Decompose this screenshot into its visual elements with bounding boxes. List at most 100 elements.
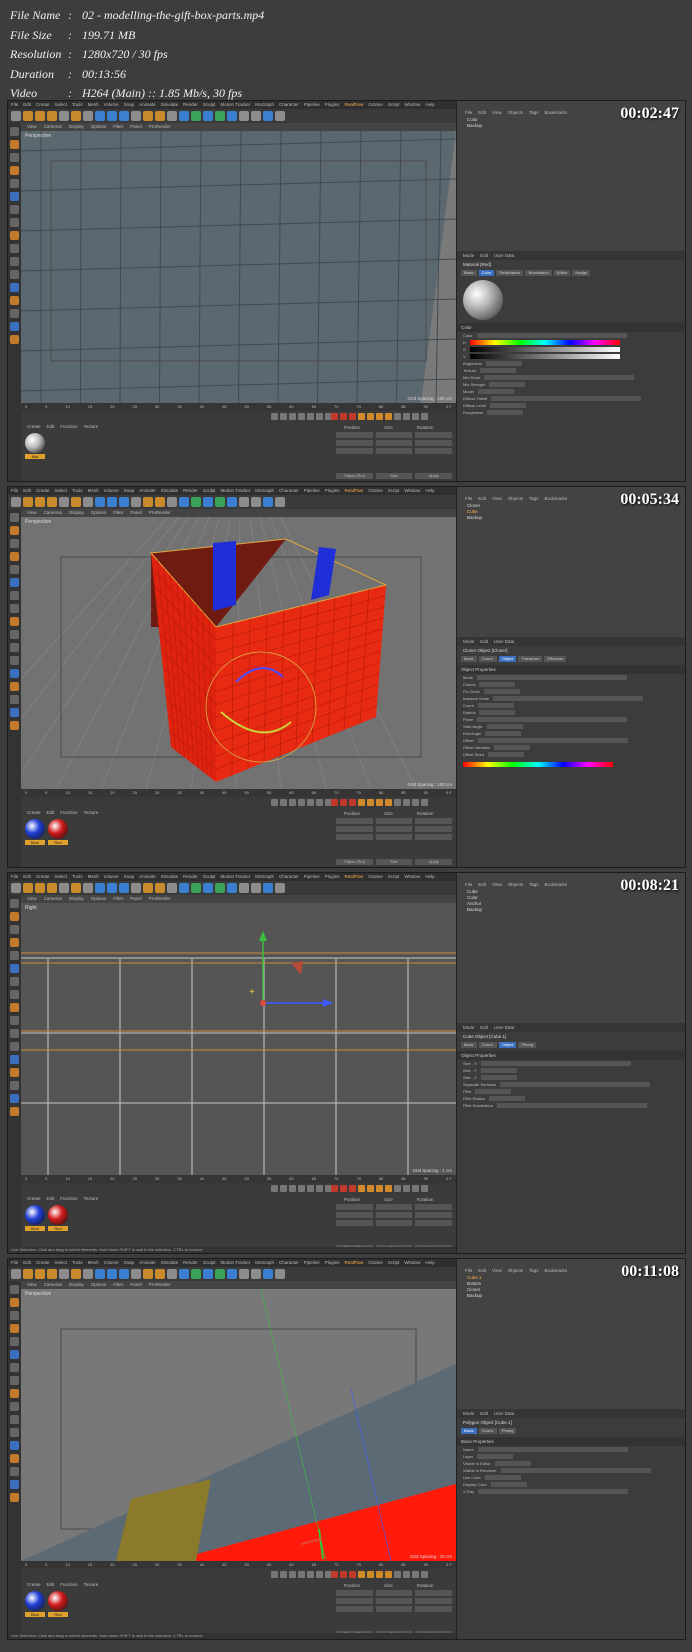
menu-snap[interactable]: Snap [124,101,135,109]
mode-tool-icon[interactable] [10,1107,19,1116]
material-menu-edit[interactable]: Edit [47,424,55,429]
viewport-menu-display[interactable]: Display [69,509,84,517]
menu-sculpt[interactable]: Sculpt [203,487,216,495]
menu-file[interactable]: File [11,101,18,109]
transport-button[interactable] [307,413,314,420]
mode-tool-icon[interactable] [10,1402,19,1411]
toolbar-tool-icon[interactable] [239,111,249,121]
menu-mesh[interactable]: Mesh [88,487,99,495]
attribute-tab[interactable]: Assign [572,270,591,276]
menu-render[interactable]: Render [183,873,198,881]
toolbar-tool-icon[interactable] [131,111,141,121]
mode-tool-icon[interactable] [10,296,19,305]
toolbar-tool-icon[interactable] [167,497,177,507]
toolbar-tool-icon[interactable] [227,883,237,893]
hue-slider[interactable] [469,340,620,345]
menu-help[interactable]: Help [425,487,434,495]
coordinate-field[interactable] [375,448,413,454]
toolbar-tool-icon[interactable] [263,1269,273,1279]
menu-sculpt[interactable]: Sculpt [203,101,216,109]
transport-button[interactable] [316,799,323,806]
toolbar-tool-icon[interactable] [215,111,225,121]
transport-button[interactable] [385,1571,392,1578]
mode-tool-icon[interactable] [10,322,19,331]
menu-edit[interactable]: Edit [23,873,31,881]
attribute-field[interactable] [475,1089,512,1094]
transport-button[interactable] [271,799,278,806]
toolbar-tool-icon[interactable] [239,1269,249,1279]
menu-file[interactable]: File [11,487,18,495]
transport-button[interactable] [349,413,356,420]
menu-mograph[interactable]: MoGraph [255,101,274,109]
toolbar-tool-icon[interactable] [263,111,273,121]
mode-tool-icon[interactable] [10,721,19,730]
toolbar-tool-icon[interactable] [59,1269,69,1279]
coordinate-field[interactable] [415,1212,453,1218]
attribute-field[interactable] [477,703,514,708]
toolbar-tool-icon[interactable] [191,1269,201,1279]
om-menu-objects[interactable]: Objects [508,1268,523,1273]
toolbar-tool-icon[interactable] [203,1269,213,1279]
toolbar-tool-icon[interactable] [83,497,93,507]
toolbar-tool-icon[interactable] [239,497,249,507]
menu-plugins[interactable]: Plugins [325,487,340,495]
material-menu-function[interactable]: Function [60,1196,77,1201]
toolbar-tool-icon[interactable] [179,883,189,893]
menu-simulate[interactable]: Simulate [161,101,179,109]
attribute-tab[interactable]: Phong [518,1042,536,1048]
menu-tools[interactable]: Tools [72,1259,83,1267]
menu-script[interactable]: Script [388,487,400,495]
transport-button[interactable] [376,413,383,420]
toolbar-tool-icon[interactable] [35,883,45,893]
attribute-tab[interactable]: Basic [461,656,477,662]
toolbar-tool-icon[interactable] [119,111,129,121]
toolbar-tool-icon[interactable] [47,111,57,121]
transport-button[interactable] [298,1185,305,1192]
menu-animate[interactable]: Animate [139,1259,156,1267]
om-menu-edit[interactable]: Edit [478,110,486,115]
toolbar-tool-icon[interactable] [119,883,129,893]
om-menu-tags[interactable]: Tags [529,496,539,501]
menu-file[interactable]: File [11,1259,18,1267]
toolbar-tool-icon[interactable] [11,1269,21,1279]
menu-file[interactable]: File [11,873,18,881]
menu-pipeline[interactable]: Pipeline [304,487,320,495]
mode-tool-icon[interactable] [10,231,19,240]
transport-button[interactable] [367,413,374,420]
mode-tool-icon[interactable] [10,1029,19,1038]
menu-octane[interactable]: Octane [368,873,383,881]
menu-animate[interactable]: Animate [139,873,156,881]
attribute-field[interactable] [490,403,527,408]
menu-help[interactable]: Help [425,873,434,881]
menu-mograph[interactable]: MoGraph [255,873,274,881]
attribute-field[interactable] [477,675,628,680]
mode-tool-icon[interactable] [10,604,19,613]
toolbar-tool-icon[interactable] [167,111,177,121]
mode-tool-icon[interactable] [10,1324,19,1333]
am-menu-edit[interactable]: Edit [480,253,488,258]
toolbar-tool-icon[interactable] [191,883,201,893]
menu-create[interactable]: Create [36,487,50,495]
menu-plugins[interactable]: Plugins [325,1259,340,1267]
menu-plugins[interactable]: Plugins [325,873,340,881]
toolbar-tool-icon[interactable] [227,111,237,121]
attribute-field[interactable] [493,696,644,701]
menu-tools[interactable]: Tools [72,487,83,495]
transport-button[interactable] [403,799,410,806]
transport-button[interactable] [412,1571,419,1578]
mode-tool-icon[interactable] [10,1042,19,1051]
toolbar-tool-icon[interactable] [251,497,261,507]
attribute-field[interactable] [477,1447,628,1452]
viewport-menu-display[interactable]: Display [69,895,84,903]
material-menu-create[interactable]: Create [27,424,41,429]
object-list-item[interactable]: Backup [457,123,685,129]
mode-tool-icon[interactable] [10,140,19,149]
menu-window[interactable]: Window [404,487,420,495]
coordinate-field[interactable] [415,1590,453,1596]
menu-edit[interactable]: Edit [23,101,31,109]
coordinate-field[interactable] [415,1204,453,1210]
material-menu-texture[interactable]: Texture [84,424,99,429]
coordinate-field[interactable] [375,818,413,824]
toolbar-tool-icon[interactable] [95,497,105,507]
transport-button[interactable] [298,413,305,420]
